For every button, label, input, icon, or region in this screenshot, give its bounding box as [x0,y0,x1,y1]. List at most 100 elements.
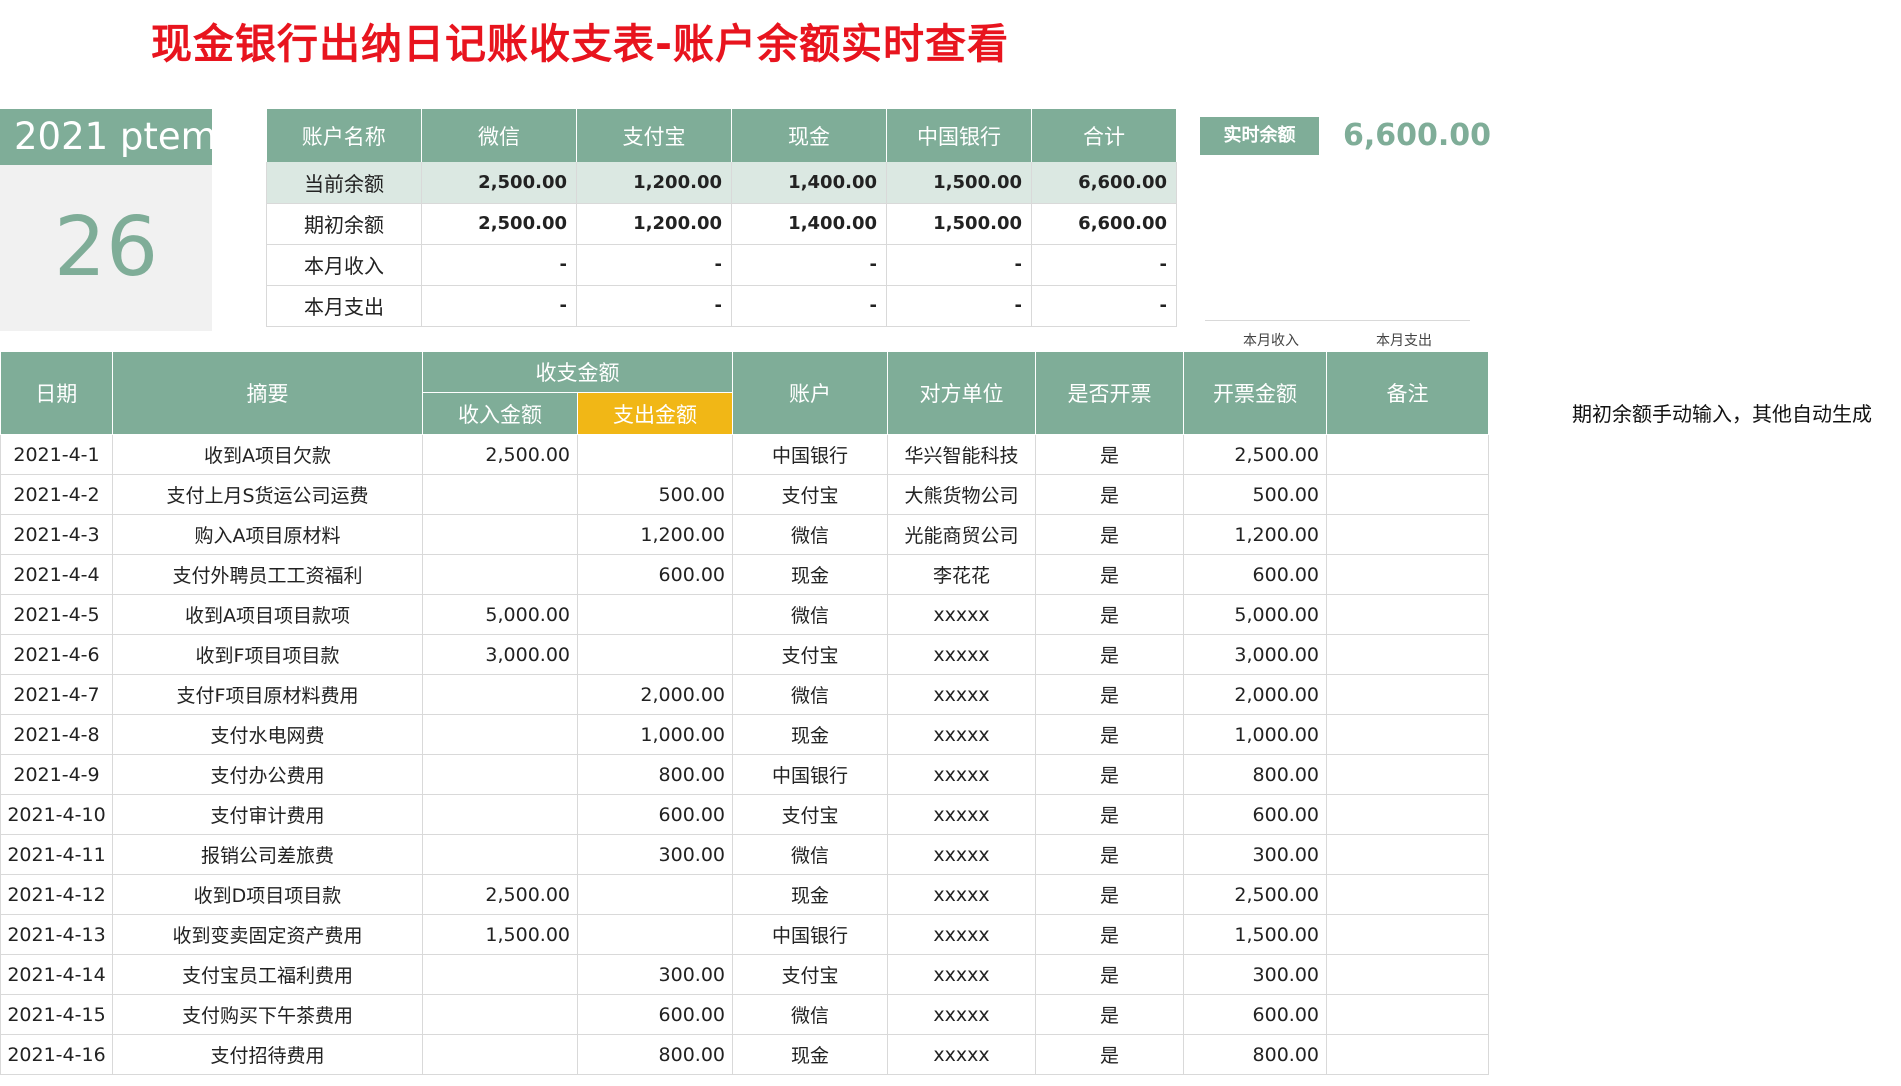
invoice-amount-cell[interactable]: 500.00 [1183,474,1327,515]
counterparty-cell[interactable]: xxxxx [887,914,1036,955]
summary-cell[interactable]: - [886,285,1032,327]
counterparty-cell[interactable]: 华兴智能科技 [887,434,1036,475]
account-cell[interactable]: 微信 [732,514,888,555]
summary-header-cell[interactable]: 支付宝 [576,109,732,162]
account-cell[interactable]: 微信 [732,994,888,1035]
date-cell[interactable]: 2021-4-1 [0,434,113,475]
summary-cell[interactable]: 1,200.00 [576,203,732,245]
expense-cell[interactable] [577,874,733,915]
invoiced-cell[interactable]: 是 [1035,994,1184,1035]
date-cell[interactable]: 2021-4-16 [0,1034,113,1075]
summary-cell[interactable]: 1,500.00 [886,203,1032,245]
income-cell[interactable]: 2,500.00 [422,874,578,915]
invoiced-cell[interactable]: 是 [1035,954,1184,995]
summary-cell[interactable]: 支付办公费用 [112,754,423,795]
invoiced-cell[interactable]: 是 [1035,754,1184,795]
remark-cell[interactable] [1326,954,1489,995]
counterparty-cell[interactable]: xxxxx [887,754,1036,795]
expense-cell[interactable]: 300.00 [577,954,733,995]
ledger-header-date[interactable]: 日期 [0,352,113,435]
remark-cell[interactable] [1326,1034,1489,1075]
invoiced-cell[interactable]: 是 [1035,914,1184,955]
expense-cell[interactable]: 1,000.00 [577,714,733,755]
income-cell[interactable]: 2,500.00 [422,434,578,475]
account-cell[interactable]: 现金 [732,714,888,755]
summary-row-label[interactable]: 本月支出 [266,285,422,327]
date-cell[interactable]: 2021-4-15 [0,994,113,1035]
summary-cell[interactable]: 6,600.00 [1031,162,1177,204]
account-cell[interactable]: 支付宝 [732,954,888,995]
income-cell[interactable] [422,994,578,1035]
date-cell[interactable]: 2021-4-4 [0,554,113,595]
account-cell[interactable]: 中国银行 [732,914,888,955]
summary-header-cell[interactable]: 现金 [731,109,887,162]
summary-cell[interactable]: - [576,285,732,327]
summary-cell[interactable]: 6,600.00 [1031,203,1177,245]
account-cell[interactable]: 中国银行 [732,434,888,475]
income-cell[interactable] [422,834,578,875]
income-cell[interactable] [422,794,578,835]
counterparty-cell[interactable]: xxxxx [887,874,1036,915]
summary-header-cell[interactable]: 合计 [1031,109,1177,162]
remark-cell[interactable] [1326,794,1489,835]
counterparty-cell[interactable]: xxxxx [887,1034,1036,1075]
summary-cell[interactable]: 收到变卖固定资产费用 [112,914,423,955]
counterparty-cell[interactable]: 李花花 [887,554,1036,595]
invoice-amount-cell[interactable]: 2,500.00 [1183,874,1327,915]
invoice-amount-cell[interactable]: 2,000.00 [1183,674,1327,715]
expense-cell[interactable] [577,594,733,635]
remark-cell[interactable] [1326,874,1489,915]
ledger-header-account[interactable]: 账户 [732,352,888,435]
expense-cell[interactable]: 600.00 [577,994,733,1035]
expense-cell[interactable]: 800.00 [577,1034,733,1075]
summary-cell[interactable]: 支付F项目原材料费用 [112,674,423,715]
ledger-header-expense[interactable]: 支出金额 [577,392,733,435]
account-cell[interactable]: 微信 [732,834,888,875]
remark-cell[interactable] [1326,754,1489,795]
remark-cell[interactable] [1326,714,1489,755]
summary-cell[interactable]: 支付购买下午茶费用 [112,994,423,1035]
remark-cell[interactable] [1326,634,1489,675]
date-cell[interactable]: 2021-4-9 [0,754,113,795]
invoiced-cell[interactable]: 是 [1035,554,1184,595]
summary-row-label[interactable]: 当前余额 [266,162,422,204]
invoiced-cell[interactable]: 是 [1035,514,1184,555]
date-cell[interactable]: 2021-4-2 [0,474,113,515]
invoiced-cell[interactable]: 是 [1035,874,1184,915]
date-cell[interactable]: 2021-4-11 [0,834,113,875]
invoice-amount-cell[interactable]: 800.00 [1183,1034,1327,1075]
invoice-amount-cell[interactable]: 300.00 [1183,954,1327,995]
counterparty-cell[interactable]: 光能商贸公司 [887,514,1036,555]
date-cell[interactable]: 2021-4-3 [0,514,113,555]
date-cell[interactable]: 2021-4-6 [0,634,113,675]
invoice-amount-cell[interactable]: 600.00 [1183,554,1327,595]
remark-cell[interactable] [1326,554,1489,595]
account-cell[interactable]: 中国银行 [732,754,888,795]
invoiced-cell[interactable]: 是 [1035,434,1184,475]
invoiced-cell[interactable]: 是 [1035,834,1184,875]
invoice-amount-cell[interactable]: 1,500.00 [1183,914,1327,955]
counterparty-cell[interactable]: xxxxx [887,674,1036,715]
summary-cell[interactable]: 2,500.00 [421,203,577,245]
invoiced-cell[interactable]: 是 [1035,674,1184,715]
date-cell[interactable]: 2021-4-13 [0,914,113,955]
remark-cell[interactable] [1326,434,1489,475]
summary-header-cell[interactable]: 微信 [421,109,577,162]
summary-cell[interactable]: - [731,285,887,327]
expense-cell[interactable]: 2,000.00 [577,674,733,715]
summary-cell[interactable]: 支付外聘员工工资福利 [112,554,423,595]
income-cell[interactable] [422,554,578,595]
remark-cell[interactable] [1326,674,1489,715]
summary-cell[interactable]: 支付水电网费 [112,714,423,755]
invoice-amount-cell[interactable]: 300.00 [1183,834,1327,875]
remark-cell[interactable] [1326,514,1489,555]
ledger-header-remark[interactable]: 备注 [1326,352,1489,435]
account-cell[interactable]: 支付宝 [732,794,888,835]
account-cell[interactable]: 支付宝 [732,634,888,675]
income-cell[interactable] [422,514,578,555]
income-cell[interactable] [422,674,578,715]
invoiced-cell[interactable]: 是 [1035,634,1184,675]
invoice-amount-cell[interactable]: 600.00 [1183,794,1327,835]
summary-cell[interactable]: - [731,244,887,286]
ledger-header-invoiced[interactable]: 是否开票 [1035,352,1184,435]
